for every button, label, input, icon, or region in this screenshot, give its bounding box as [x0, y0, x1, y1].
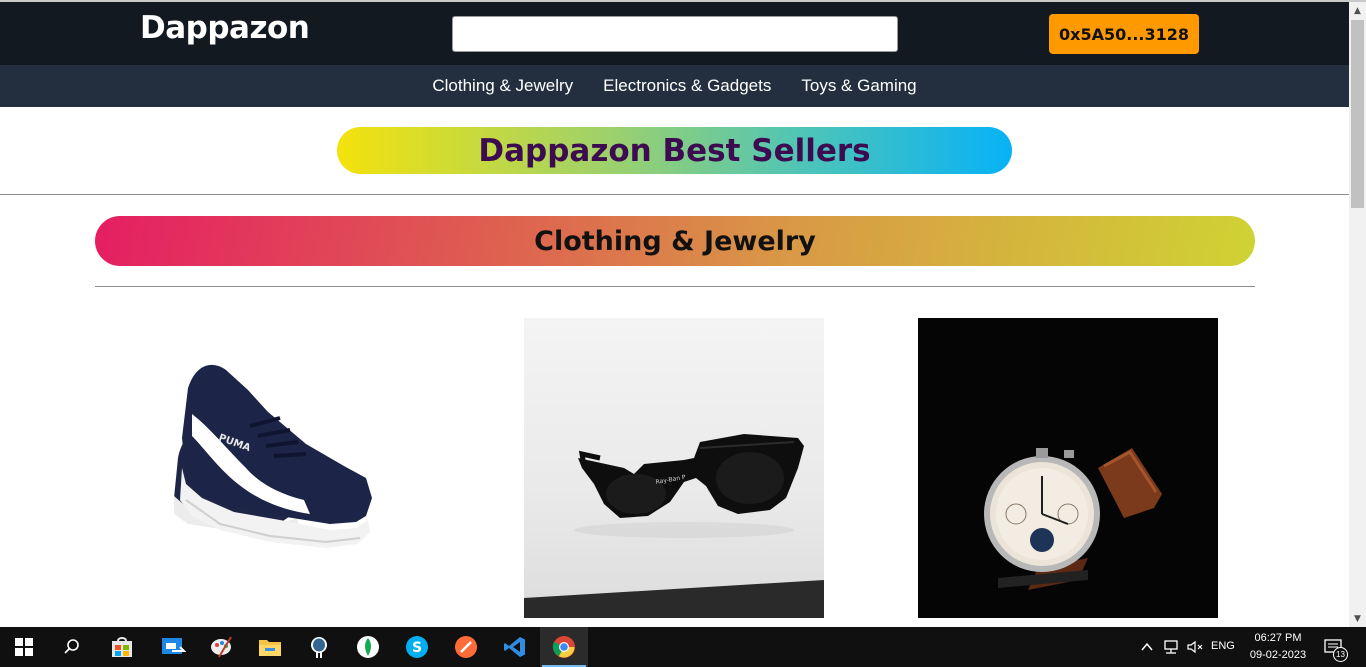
browser-viewport: Dappazon 0x5A50...3128 Clothing & Jewelr… [0, 0, 1366, 627]
svg-text:S: S [412, 640, 422, 656]
postman-icon[interactable] [442, 627, 490, 667]
divider [0, 194, 1349, 195]
mongodb-icon[interactable] [344, 627, 392, 667]
nav-item-clothing[interactable]: Clothing & Jewelry [432, 76, 573, 96]
paint-icon[interactable] [198, 627, 246, 667]
sunglasses-image: Ray-Ban P [524, 434, 824, 618]
site-logo[interactable]: Dappazon [140, 10, 310, 46]
search-input[interactable] [452, 16, 898, 52]
section-title: Clothing & Jewelry [534, 225, 816, 257]
wallet-account-button[interactable]: 0x5A50...3128 [1049, 14, 1199, 54]
chrome-icon[interactable] [540, 627, 588, 667]
search-icon[interactable] [48, 627, 96, 667]
wristwatch-image [984, 448, 1162, 590]
network-icon[interactable] [1162, 627, 1180, 667]
clock-date: 09-02-2023 [1249, 649, 1307, 661]
nav-item-electronics[interactable]: Electronics & Gadgets [603, 76, 771, 96]
notification-count-badge: 13 [1333, 647, 1348, 662]
file-explorer-icon[interactable] [246, 627, 294, 667]
start-icon[interactable] [0, 627, 48, 667]
scroll-up-arrow-icon[interactable]: ▲ [1349, 2, 1366, 19]
hero-title: Dappazon Best Sellers [478, 132, 871, 169]
scrollbar-thumb[interactable] [1351, 20, 1364, 208]
product-card-watch[interactable] [918, 318, 1218, 618]
clock-time: 06:27 PM [1254, 632, 1302, 644]
section-divider [95, 286, 1255, 287]
nav-item-toys[interactable]: Toys & Gaming [801, 76, 916, 96]
skype-icon[interactable]: S [393, 627, 441, 667]
product-card-sunglasses[interactable]: Ray-Ban P [524, 318, 824, 618]
mail-icon[interactable] [149, 627, 197, 667]
sneakers-image: PUMA [174, 364, 372, 548]
best-sellers-banner: Dappazon Best Sellers [337, 127, 1012, 174]
postgres-icon[interactable] [295, 627, 343, 667]
section-header: Clothing & Jewelry [95, 216, 1255, 266]
vscode-icon[interactable] [491, 627, 539, 667]
header-bar: Dappazon 0x5A50...3128 [0, 2, 1349, 65]
input-language-indicator[interactable]: ENG [1211, 640, 1235, 652]
product-card-sneakers[interactable]: PUMA [130, 318, 430, 618]
volume-muted-icon[interactable] [1186, 627, 1204, 667]
scroll-down-arrow-icon[interactable]: ▼ [1349, 610, 1366, 627]
show-hidden-icons-chevron-icon[interactable] [1140, 627, 1154, 667]
taskbar-clock[interactable]: 06:27 PM 09-02-2023 [1244, 630, 1312, 664]
category-nav: Clothing & Jewelry Electronics & Gadgets… [0, 65, 1349, 107]
store-icon[interactable] [98, 627, 146, 667]
